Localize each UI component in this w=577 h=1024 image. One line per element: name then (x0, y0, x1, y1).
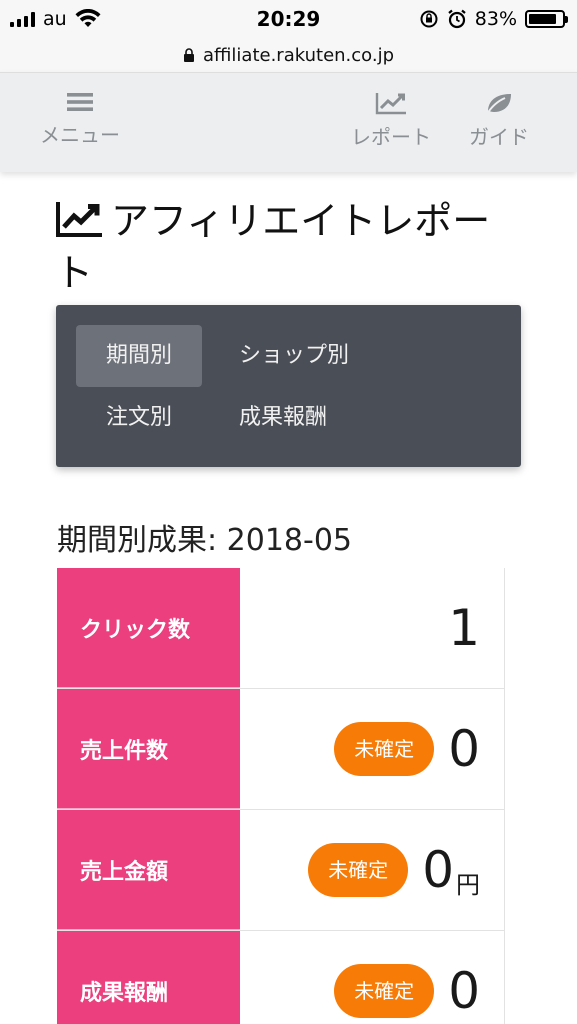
lock-icon (183, 48, 194, 62)
leaf-icon (486, 94, 511, 115)
battery-percent: 83% (474, 8, 517, 30)
status-bar: au 20:29 83% (0, 0, 577, 38)
nav-report-label: レポート (351, 125, 431, 149)
orientation-lock-icon (420, 10, 438, 28)
row-value-cell: 未確定 0 (334, 689, 480, 809)
row-value-cell: 未確定 0 円 (308, 810, 480, 930)
alarm-icon (448, 9, 466, 29)
unconfirmed-badge: 未確定 (334, 964, 435, 1018)
url-bar[interactable]: affiliate.rakuten.co.jp (0, 38, 577, 72)
battery-icon (525, 10, 568, 28)
hamburger-icon (67, 93, 93, 111)
table-row-reward: 成果報酬 未確定 0 (57, 931, 505, 1024)
nav-menu-label: メニュー (40, 123, 120, 147)
unconfirmed-badge: 未確定 (334, 722, 435, 776)
tab-by-period[interactable]: 期間別 (76, 325, 203, 387)
row-value-cell: 1 (448, 568, 480, 688)
nav-menu[interactable]: メニュー (40, 91, 120, 148)
tab-reward[interactable]: 成果報酬 (209, 387, 357, 449)
nav-guide[interactable]: ガイド (469, 91, 529, 150)
title-chart-icon (56, 202, 102, 237)
unconfirmed-badge: 未確定 (308, 843, 409, 897)
row-label: 売上金額 (57, 810, 240, 930)
row-value: 0 (448, 962, 480, 1020)
tab-by-shop[interactable]: ショップ別 (209, 325, 379, 387)
row-label: クリック数 (57, 568, 240, 688)
row-value: 1 (448, 599, 480, 657)
top-nav: メニュー レポート ガイド (0, 72, 577, 172)
row-value: 0 (422, 841, 454, 899)
line-chart-icon (375, 93, 406, 115)
results-table: クリック数 1 売上件数 未確定 0 売上金額 未確定 0 円 成果報酬 未確定… (57, 568, 505, 1024)
row-value-cell: 未確定 0 (334, 931, 480, 1024)
nav-report[interactable]: レポート (351, 91, 431, 150)
row-label: 売上件数 (57, 689, 240, 809)
table-row-sales-amount: 売上金額 未確定 0 円 (57, 810, 505, 931)
status-right: 83% (419, 8, 568, 30)
report-tabs: 期間別 ショップ別 注文別 成果報酬 (56, 305, 521, 467)
page-title: アフィリエイトレポート (55, 195, 525, 299)
currency-unit: 円 (456, 871, 480, 899)
nav-guide-label: ガイド (469, 125, 529, 149)
page-title-text: アフィリエイトレポート (55, 199, 491, 295)
tab-by-order[interactable]: 注文別 (76, 387, 202, 449)
row-value: 0 (448, 720, 480, 778)
row-label: 成果報酬 (57, 931, 240, 1024)
table-row-sales-count: 売上件数 未確定 0 (57, 689, 505, 810)
url-text: affiliate.rakuten.co.jp (202, 44, 395, 66)
period-heading: 期間別成果: 2018-05 (57, 523, 352, 558)
table-row-clicks: クリック数 1 (57, 568, 505, 689)
